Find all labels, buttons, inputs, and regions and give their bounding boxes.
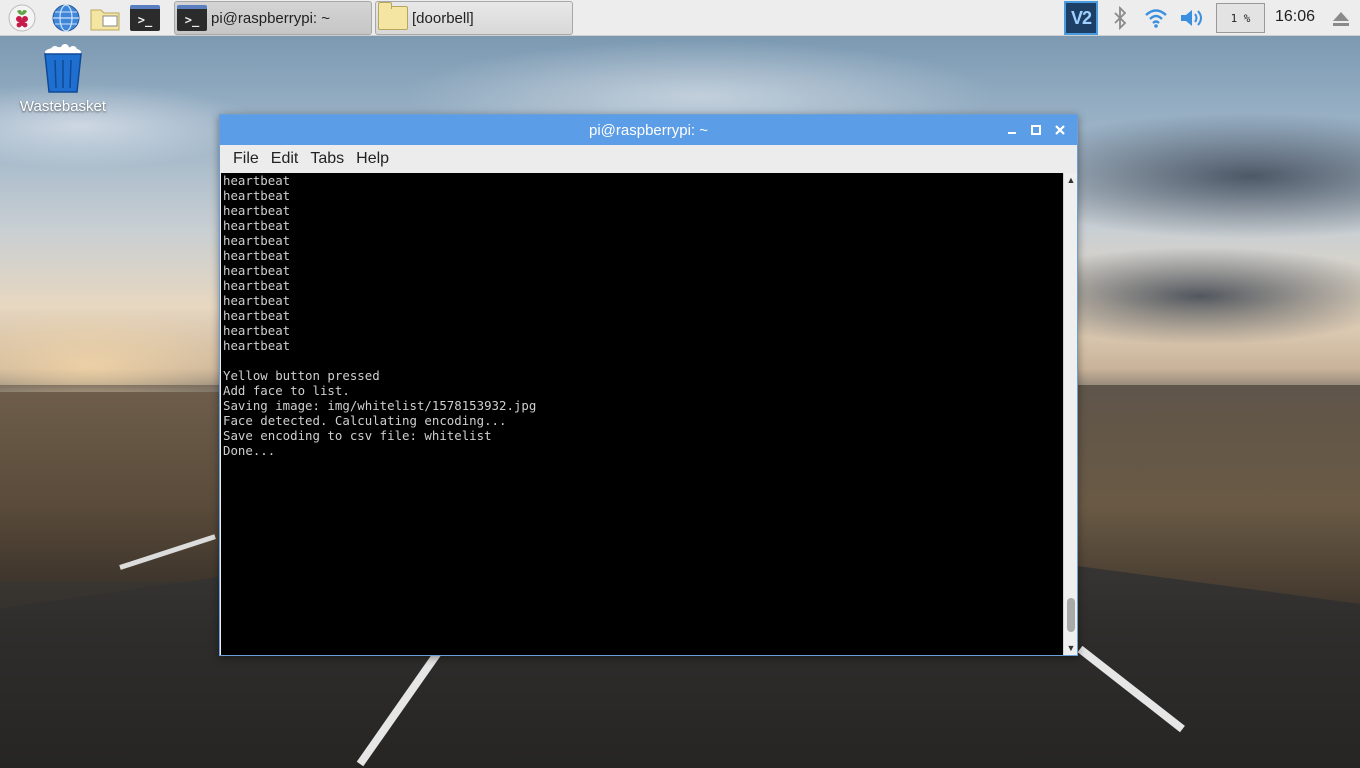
- minimize-icon[interactable]: [1003, 121, 1021, 139]
- terminal-line: heartbeat: [223, 233, 291, 248]
- web-browser-icon[interactable]: [50, 2, 82, 34]
- task-label: [doorbell]: [412, 9, 474, 27]
- wallpaper-field-left: [0, 392, 230, 582]
- volume-icon[interactable]: [1178, 4, 1206, 32]
- menu-file[interactable]: File: [228, 148, 264, 170]
- menu-help[interactable]: Help: [351, 148, 394, 170]
- menu-edit[interactable]: Edit: [266, 148, 304, 170]
- cpu-usage-monitor[interactable]: 1 %: [1216, 3, 1265, 33]
- terminal-line: heartbeat: [223, 293, 291, 308]
- wifi-icon[interactable]: [1142, 4, 1170, 32]
- terminal-line: heartbeat: [223, 308, 291, 323]
- window-controls: [1003, 121, 1069, 139]
- terminal-line: heartbeat: [223, 203, 291, 218]
- terminal-line: heartbeat: [223, 263, 291, 278]
- close-icon[interactable]: [1051, 121, 1069, 139]
- terminal-window: pi@raspberrypi: ~ File Edit Tabs Help he…: [219, 114, 1078, 656]
- scrollbar-thumb[interactable]: [1067, 598, 1075, 632]
- terminal-line: heartbeat: [223, 278, 291, 293]
- window-titlebar[interactable]: pi@raspberrypi: ~: [220, 115, 1077, 145]
- scroll-up-icon[interactable]: ▲: [1066, 175, 1076, 185]
- taskbar-task-doorbell[interactable]: [doorbell]: [375, 1, 573, 35]
- scroll-down-icon[interactable]: ▼: [1066, 643, 1076, 653]
- menu-tabs[interactable]: Tabs: [305, 148, 349, 170]
- terminal-launcher-icon[interactable]: >_: [129, 2, 161, 34]
- desktop-icon-wastebasket[interactable]: Wastebasket: [10, 44, 116, 124]
- taskbar-task-terminal[interactable]: >_ pi@raspberrypi: ~: [174, 1, 372, 35]
- terminal-line: heartbeat: [223, 248, 291, 263]
- terminal-scrollbar[interactable]: ▲ ▼: [1063, 173, 1077, 655]
- maximize-icon[interactable]: [1027, 121, 1045, 139]
- folder-icon: [378, 2, 408, 30]
- clock[interactable]: 16:06: [1272, 8, 1318, 28]
- taskbar: >_ >_ pi@raspberrypi: ~ [doorbell] V2 1 …: [0, 0, 1360, 36]
- task-label: pi@raspberrypi: ~: [211, 9, 331, 27]
- terminal-line: Done...: [223, 443, 276, 458]
- terminal-line: heartbeat: [223, 218, 291, 233]
- raspberry-menu-icon[interactable]: [6, 2, 38, 34]
- bluetooth-icon[interactable]: [1106, 4, 1134, 32]
- vnc-server-icon[interactable]: V2: [1064, 1, 1098, 35]
- desktop-icon-label: Wastebasket: [19, 98, 107, 115]
- window-title: pi@raspberrypi: ~: [588, 121, 709, 139]
- terminal-line: Add face to list.: [223, 383, 350, 398]
- trash-icon: [44, 44, 82, 93]
- terminal-line: Face detected. Calculating encoding...: [223, 413, 507, 428]
- terminal-line: Saving image: img/whitelist/1578153932.j…: [223, 398, 537, 413]
- cpu-usage-text: 1 %: [1230, 11, 1251, 25]
- terminal-line: heartbeat: [223, 173, 291, 188]
- eject-icon[interactable]: [1330, 9, 1352, 29]
- terminal-line: heartbeat: [223, 323, 291, 338]
- terminal-icon: >_: [177, 5, 207, 31]
- terminal-output[interactable]: heartbeat heartbeat heartbeat heartbeat hear…: [221, 173, 1063, 655]
- file-manager-icon[interactable]: [89, 2, 121, 34]
- terminal-line: Save encoding to csv file: whitelist: [223, 428, 492, 443]
- terminal-line: Yellow button pressed: [223, 368, 380, 383]
- window-menubar: File Edit Tabs Help: [220, 145, 1077, 173]
- terminal-line: heartbeat: [223, 188, 291, 203]
- terminal-line: heartbeat: [223, 338, 291, 353]
